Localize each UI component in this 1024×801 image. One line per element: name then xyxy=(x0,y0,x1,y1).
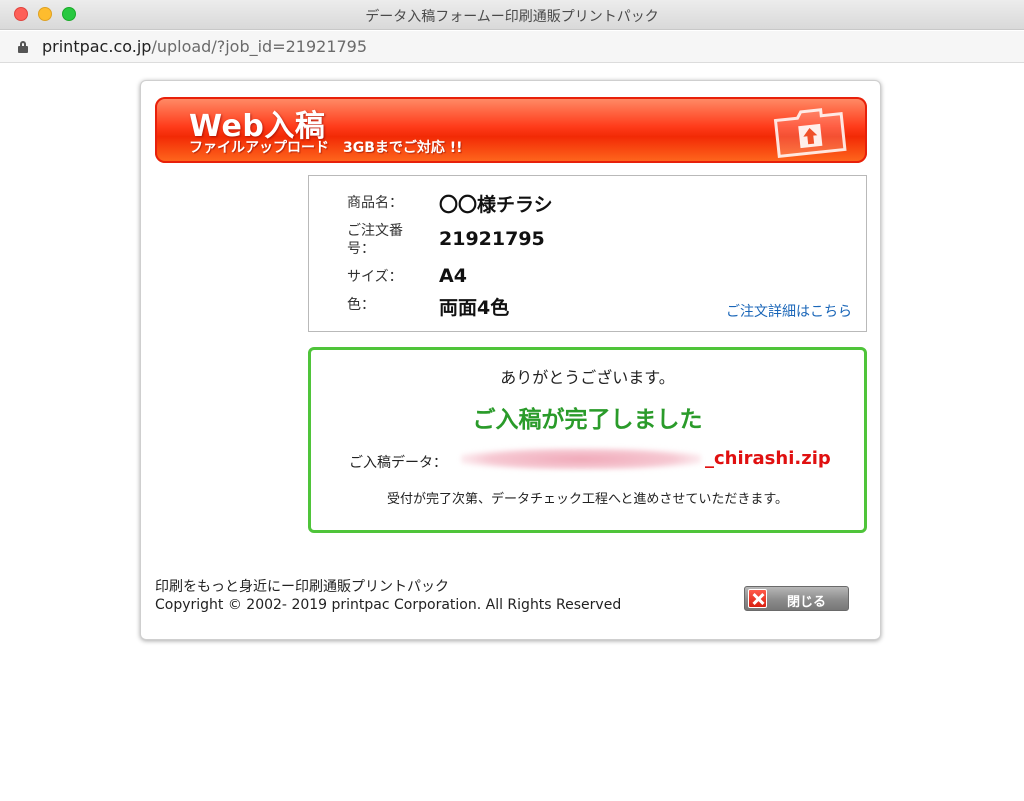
banner-subtitle: ファイルアップロード 3GBまでご対応 !! xyxy=(189,140,463,156)
redacted-filename xyxy=(461,448,701,470)
close-button-label: 閉じる xyxy=(787,595,827,610)
order-detail-link[interactable]: ご注文詳細はこちら xyxy=(726,301,852,321)
uploaded-file-name: _chirashi.zip xyxy=(705,448,831,469)
size-label: サイズ： xyxy=(347,269,403,285)
product-value: 〇〇様チラシ xyxy=(439,194,553,216)
url-host: printpac.co.jp xyxy=(42,37,152,56)
color-value: 両面4色 xyxy=(439,297,510,319)
order-number-label: ご注文番号： xyxy=(347,223,403,257)
upload-folder-icon xyxy=(773,108,847,158)
close-icon xyxy=(748,589,767,608)
size-value: A4 xyxy=(439,265,467,287)
color-label: 色： xyxy=(347,297,375,313)
address-bar[interactable]: printpac.co.jp/upload/?job_id=21921795 xyxy=(0,31,1024,63)
footer-copyright: Copyright © 2002- 2019 printpac Corporat… xyxy=(155,597,622,613)
window-title: データ入稿フォームー印刷通販プリントパック xyxy=(365,9,659,25)
uploaded-file-label: ご入稿データ： xyxy=(349,455,447,471)
completion-box: ありがとうございます。 ご入稿が完了しました ご入稿データ： _chirashi… xyxy=(308,347,867,533)
lock-icon xyxy=(18,41,28,53)
url-path: /upload/?job_id=21921795 xyxy=(151,37,368,56)
window-titlebar: データ入稿フォームー印刷通販プリントパック xyxy=(0,0,1024,30)
complete-message: ご入稿が完了しました xyxy=(472,407,703,433)
thanks-text: ありがとうございます。 xyxy=(500,368,675,387)
order-number-value: 21921795 xyxy=(439,228,545,250)
upload-dialog: Web入稿 ファイルアップロード 3GBまでご対応 !! 商品名： 〇〇様チラシ… xyxy=(140,80,881,640)
acceptance-note: 受付が完了次第、データチェック工程へと進めさせていただきます。 xyxy=(386,492,789,507)
web-upload-banner: Web入稿 ファイルアップロード 3GBまでご対応 !! xyxy=(155,97,867,163)
order-info-box: 商品名： 〇〇様チラシ ご注文番号： 21921795 サイズ： A4 色： 両… xyxy=(308,175,867,332)
footer-tagline: 印刷をもっと身近にー印刷通販プリントパック xyxy=(155,579,449,595)
product-label: 商品名： xyxy=(347,195,403,211)
close-button[interactable]: 閉じる xyxy=(744,586,849,611)
url-text[interactable]: printpac.co.jp/upload/?job_id=21921795 xyxy=(42,37,367,56)
